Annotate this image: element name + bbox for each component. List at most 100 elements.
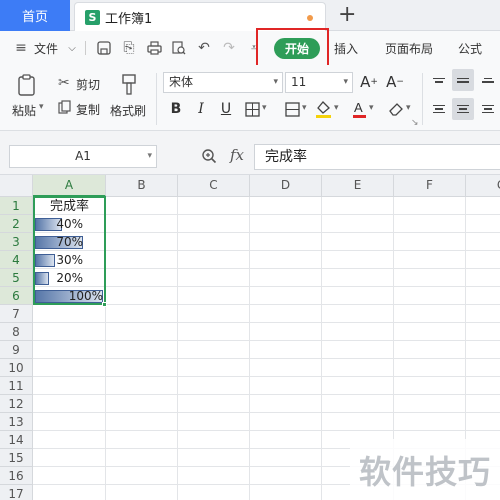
chevron-down-icon[interactable]: ▾ (262, 103, 267, 113)
chevron-down-icon[interactable]: ▾ (369, 103, 374, 113)
row-header[interactable]: 15 (0, 449, 33, 467)
merge-cells-icon[interactable] (285, 102, 300, 117)
format-painter-icon[interactable] (117, 73, 141, 97)
undo-icon[interactable]: ↶ (196, 40, 212, 56)
align-middle-button[interactable] (452, 69, 474, 91)
fx-icon[interactable]: fx (230, 146, 244, 164)
align-top-button[interactable] (428, 69, 450, 91)
border-icon[interactable] (245, 102, 260, 117)
spreadsheet-grid[interactable]: A B C D E F G 1 2 3 4 5 6 7 8 9 10 11 12… (0, 175, 500, 500)
tab-home[interactable]: 首页 (0, 0, 70, 31)
row-header[interactable]: 1 (0, 197, 33, 215)
row-header[interactable]: 13 (0, 413, 33, 431)
chevron-down-icon[interactable]: ▾ (39, 102, 44, 112)
row-header[interactable]: 7 (0, 305, 33, 323)
underline-button[interactable]: U (216, 99, 236, 119)
cut-button[interactable]: 剪切 (76, 76, 100, 93)
zoom-icon[interactable] (201, 148, 217, 164)
unsaved-dot-icon (307, 15, 313, 21)
dialog-launcher-icon[interactable]: ↘ (411, 118, 419, 128)
name-box-value: A1 (75, 149, 91, 163)
divider (422, 73, 423, 125)
chevron-down-icon: ▾ (273, 77, 278, 87)
new-tab-button[interactable]: + (338, 3, 356, 27)
row-header[interactable]: 8 (0, 323, 33, 341)
font-name-value: 宋体 (169, 75, 194, 89)
menu-page-layout[interactable]: 页面布局 (385, 31, 433, 65)
column-header[interactable]: A (33, 175, 106, 197)
print-preview-icon[interactable] (171, 40, 187, 56)
copy-icon[interactable] (58, 100, 72, 114)
align-right-button[interactable] (477, 98, 499, 120)
export-icon[interactable]: ⎘ (121, 40, 137, 56)
copy-button[interactable]: 复制 (76, 101, 100, 118)
save-icon[interactable] (96, 40, 112, 56)
increase-font-size-icon[interactable]: A + (359, 72, 379, 92)
tab-document[interactable]: S 工作簿1 (74, 2, 326, 31)
align-left-button[interactable] (428, 98, 450, 120)
row-header[interactable]: 4 (0, 251, 33, 269)
gridline (33, 430, 500, 431)
row-header[interactable]: 11 (0, 377, 33, 395)
name-box[interactable]: A1 ▾ (9, 145, 157, 168)
chevron-down-icon[interactable]: ▾ (406, 103, 411, 113)
row-header[interactable]: 10 (0, 359, 33, 377)
document-title: 工作簿1 (105, 11, 153, 27)
chevron-down-icon[interactable]: ▾ (302, 103, 307, 113)
row-header[interactable]: 3 (0, 233, 33, 251)
italic-button[interactable]: I (191, 99, 211, 119)
font-name-select[interactable]: 宋体 ▾ (163, 72, 283, 93)
chevron-down-icon: ▾ (343, 77, 348, 87)
menu-insert[interactable]: 插入 (334, 31, 358, 65)
row-header[interactable]: 2 (0, 215, 33, 233)
menu-formula[interactable]: 公式 (458, 31, 482, 65)
column-header[interactable]: E (322, 175, 394, 197)
print-icon[interactable] (146, 40, 162, 56)
gridline (177, 197, 178, 500)
formula-bar: A1 ▾ fx 完成率 (0, 131, 500, 175)
row-header[interactable]: 5 (0, 269, 33, 287)
divider (156, 73, 157, 125)
spreadsheet-icon: S (85, 9, 100, 25)
row-header[interactable]: 12 (0, 395, 33, 413)
redo-icon[interactable]: ↷ (221, 40, 237, 56)
paste-icon[interactable] (16, 73, 40, 97)
gridline (249, 197, 250, 500)
chevron-down-icon[interactable]: ⌵ (64, 40, 80, 56)
paste-label[interactable]: 粘贴 (12, 102, 36, 119)
row-header[interactable]: 6 (0, 287, 33, 305)
chevron-down-icon[interactable]: ▾ (334, 103, 339, 113)
menu-file[interactable]: 文件 (34, 31, 58, 65)
format-painter-button[interactable]: 格式刷 (110, 102, 146, 119)
font-size-select[interactable]: 11 ▾ (285, 72, 353, 93)
hamburger-icon[interactable]: ≡ (13, 40, 29, 56)
bold-button[interactable]: B (166, 99, 186, 119)
ribbon-toolbar: 粘贴 ▾ ✂ 剪切 复制 格式刷 宋体 ▾ 11 ▾ A + A − B I U ▾ (0, 65, 500, 131)
chevron-down-icon: ▾ (147, 151, 152, 161)
align-center-button[interactable] (452, 98, 474, 120)
column-header[interactable]: B (106, 175, 178, 197)
svg-text:A: A (354, 100, 363, 115)
select-all-corner[interactable] (0, 175, 33, 197)
cut-icon[interactable]: ✂ (58, 75, 70, 91)
align-bottom-button[interactable] (477, 69, 499, 91)
gridline (321, 197, 322, 500)
formula-input[interactable]: 完成率 (254, 144, 500, 170)
gridline (33, 340, 500, 341)
fill-handle[interactable] (102, 302, 107, 307)
fill-color-icon[interactable] (315, 99, 332, 119)
font-size-value: 11 (291, 75, 307, 89)
divider (85, 41, 86, 55)
decrease-font-size-icon[interactable]: A − (385, 72, 405, 92)
eraser-icon[interactable] (388, 101, 404, 117)
column-header[interactable]: C (178, 175, 250, 197)
row-header[interactable]: 9 (0, 341, 33, 359)
row-header[interactable]: 16 (0, 467, 33, 485)
row-header[interactable]: 17 (0, 485, 33, 500)
gridline (33, 358, 500, 359)
font-color-icon[interactable]: A (352, 99, 367, 119)
column-header[interactable]: G (466, 175, 500, 197)
row-header[interactable]: 14 (0, 431, 33, 449)
column-header[interactable]: F (394, 175, 466, 197)
column-header[interactable]: D (250, 175, 322, 197)
